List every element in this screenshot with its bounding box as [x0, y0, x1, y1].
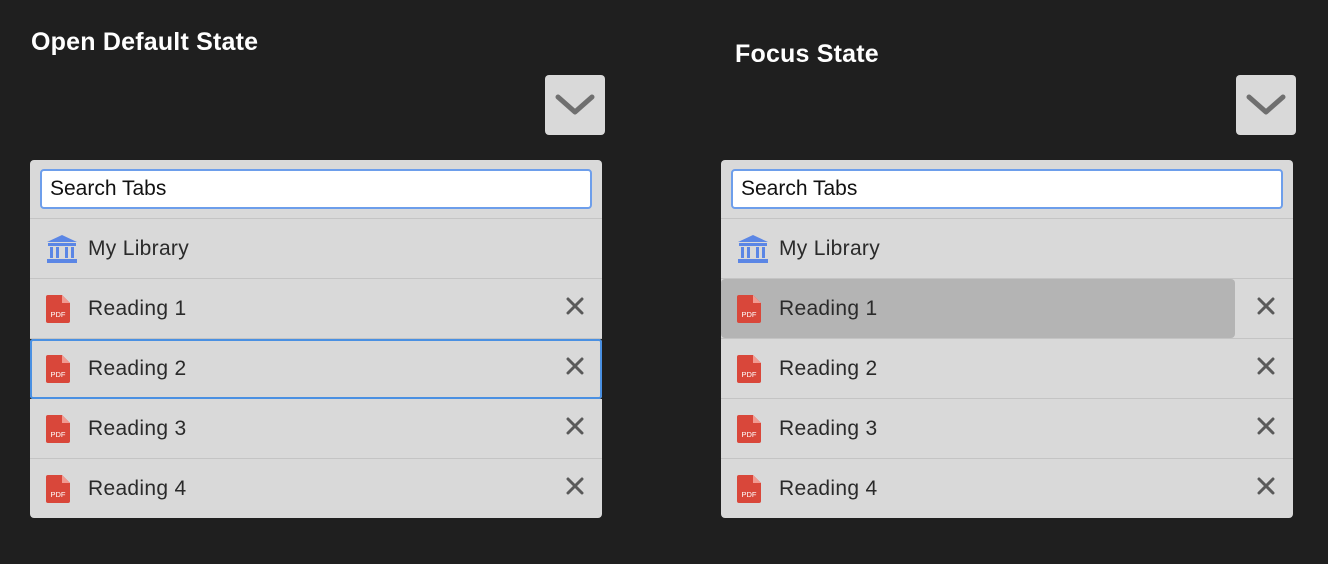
- search-input[interactable]: [40, 169, 592, 209]
- tab-item[interactable]: PDF Reading 1: [30, 279, 602, 339]
- close-icon: [566, 477, 584, 495]
- tab-item[interactable]: PDF Reading 4: [721, 459, 1293, 518]
- tab-label: Reading 3: [88, 416, 187, 440]
- tab-dropdown: My Library PDF Reading 1 PDF Reading 2 P…: [721, 160, 1293, 518]
- tab-dropdown: My Library PDF Reading 1 PDF Reading 2 P…: [30, 160, 602, 518]
- tab-item[interactable]: PDF Reading 3: [30, 399, 602, 459]
- svg-text:PDF: PDF: [742, 430, 757, 439]
- dropdown-toggle-button[interactable]: [1236, 75, 1296, 135]
- search-input[interactable]: [731, 169, 1283, 209]
- my-library-item[interactable]: My Library: [721, 219, 1293, 279]
- tab-label: Reading 3: [779, 416, 878, 440]
- close-tab-button[interactable]: [1255, 295, 1277, 317]
- search-row: [721, 160, 1293, 219]
- close-tab-button[interactable]: [1255, 475, 1277, 497]
- svg-text:PDF: PDF: [742, 490, 757, 499]
- svg-text:PDF: PDF: [51, 430, 66, 439]
- library-icon: [737, 234, 769, 264]
- tab-item-focused[interactable]: PDF Reading 1: [721, 279, 1293, 339]
- pdf-icon: PDF: [737, 414, 761, 443]
- panel-title: Focus State: [735, 40, 879, 68]
- tab-label: Reading 4: [779, 476, 878, 500]
- pdf-icon: PDF: [46, 474, 70, 503]
- tab-label: Reading 2: [88, 356, 187, 380]
- tab-label: Reading 4: [88, 476, 187, 500]
- tab-item[interactable]: PDF Reading 4: [30, 459, 602, 518]
- close-tab-button[interactable]: [564, 355, 586, 377]
- pdf-icon: PDF: [737, 354, 761, 383]
- close-icon: [566, 297, 584, 315]
- close-icon: [1257, 477, 1275, 495]
- pdf-icon: PDF: [737, 294, 761, 323]
- svg-text:PDF: PDF: [51, 490, 66, 499]
- svg-text:PDF: PDF: [742, 310, 757, 319]
- tab-item-selected[interactable]: PDF Reading 2: [30, 339, 602, 399]
- svg-text:PDF: PDF: [51, 370, 66, 379]
- svg-text:PDF: PDF: [742, 370, 757, 379]
- panel-focus-state: Focus State My Library PDF Reading 1 PDF: [721, 0, 1301, 564]
- my-library-label: My Library: [88, 236, 190, 260]
- tab-item[interactable]: PDF Reading 2: [721, 339, 1293, 399]
- close-tab-button[interactable]: [564, 475, 586, 497]
- close-icon: [1257, 417, 1275, 435]
- close-icon: [566, 357, 584, 375]
- library-icon: [46, 234, 78, 264]
- close-icon: [566, 417, 584, 435]
- tab-label: Reading 2: [779, 356, 878, 380]
- pdf-icon: PDF: [737, 474, 761, 503]
- svg-text:PDF: PDF: [51, 310, 66, 319]
- chevron-down-icon: [555, 94, 595, 115]
- tab-item[interactable]: PDF Reading 3: [721, 399, 1293, 459]
- my-library-label: My Library: [779, 236, 881, 260]
- dropdown-toggle-button[interactable]: [545, 75, 605, 135]
- panel-title: Open Default State: [31, 28, 259, 56]
- close-tab-button[interactable]: [1255, 415, 1277, 437]
- panel-open-default-state: Open Default State My Library PDF Readin…: [30, 0, 610, 564]
- pdf-icon: PDF: [46, 414, 70, 443]
- tab-label: Reading 1: [88, 296, 187, 320]
- search-row: [30, 160, 602, 219]
- my-library-item[interactable]: My Library: [30, 219, 602, 279]
- tab-label: Reading 1: [779, 296, 878, 320]
- close-tab-button[interactable]: [1255, 355, 1277, 377]
- pdf-icon: PDF: [46, 294, 70, 323]
- pdf-icon: PDF: [46, 354, 70, 383]
- close-tab-button[interactable]: [564, 415, 586, 437]
- close-tab-button[interactable]: [564, 295, 586, 317]
- close-icon: [1257, 357, 1275, 375]
- chevron-down-icon: [1246, 94, 1286, 115]
- close-icon: [1257, 297, 1275, 315]
